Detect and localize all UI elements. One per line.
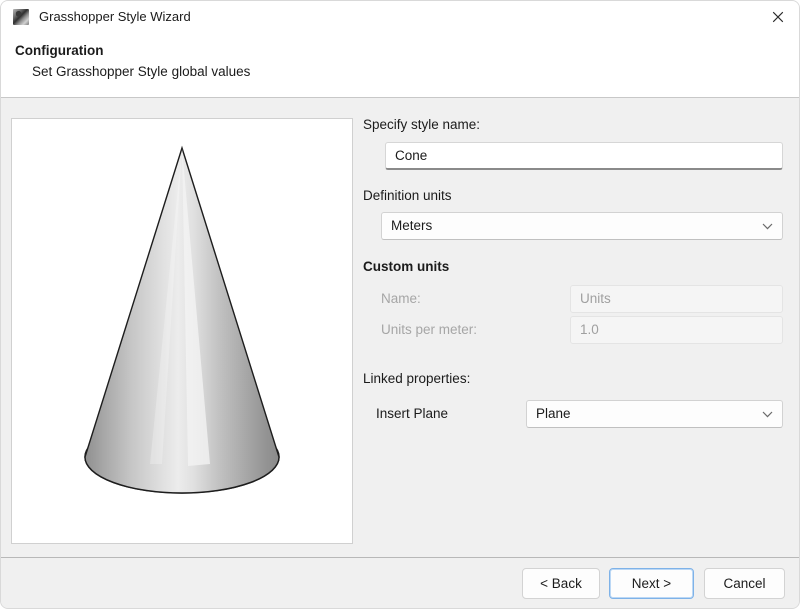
window-title: Grasshopper Style Wizard: [39, 9, 191, 25]
close-button[interactable]: [755, 1, 800, 33]
page-title: Configuration: [15, 43, 103, 58]
configuration-form: Specify style name: Cone Definition unit…: [363, 98, 793, 556]
units-per-meter-input[interactable]: 1.0: [570, 316, 783, 344]
style-name-input[interactable]: Cone: [385, 142, 783, 170]
dialog-header: Configuration Set Grasshopper Style glob…: [1, 33, 800, 97]
custom-units-name-input[interactable]: Units: [570, 285, 783, 313]
units-per-meter-label: Units per meter:: [381, 322, 477, 337]
cone-preview: [12, 119, 352, 543]
cancel-button[interactable]: Cancel: [704, 568, 785, 599]
chevron-down-icon: [762, 401, 773, 427]
dialog-body: Specify style name: Cone Definition unit…: [1, 98, 800, 556]
dialog-footer: < Back Next > Cancel: [1, 558, 800, 609]
back-button[interactable]: < Back: [522, 568, 600, 599]
page-subtitle: Set Grasshopper Style global values: [32, 64, 250, 79]
definition-units-select[interactable]: Meters: [381, 212, 783, 240]
insert-plane-value: Plane: [536, 401, 571, 427]
insert-plane-select[interactable]: Plane: [526, 400, 783, 428]
insert-plane-label: Insert Plane: [376, 406, 448, 421]
preview-panel: [11, 118, 353, 544]
grasshopper-icon: [13, 9, 29, 25]
definition-units-value: Meters: [391, 213, 432, 239]
next-button[interactable]: Next >: [609, 568, 694, 599]
dialog-window: Grasshopper Style Wizard Configuration S…: [0, 0, 800, 609]
custom-units-heading: Custom units: [363, 259, 449, 274]
style-name-label: Specify style name:: [363, 117, 480, 132]
close-icon: [772, 11, 784, 23]
custom-units-name-label: Name:: [381, 291, 421, 306]
title-bar: Grasshopper Style Wizard: [1, 1, 800, 33]
linked-properties-label: Linked properties:: [363, 371, 470, 386]
definition-units-label: Definition units: [363, 188, 452, 203]
chevron-down-icon: [762, 213, 773, 239]
